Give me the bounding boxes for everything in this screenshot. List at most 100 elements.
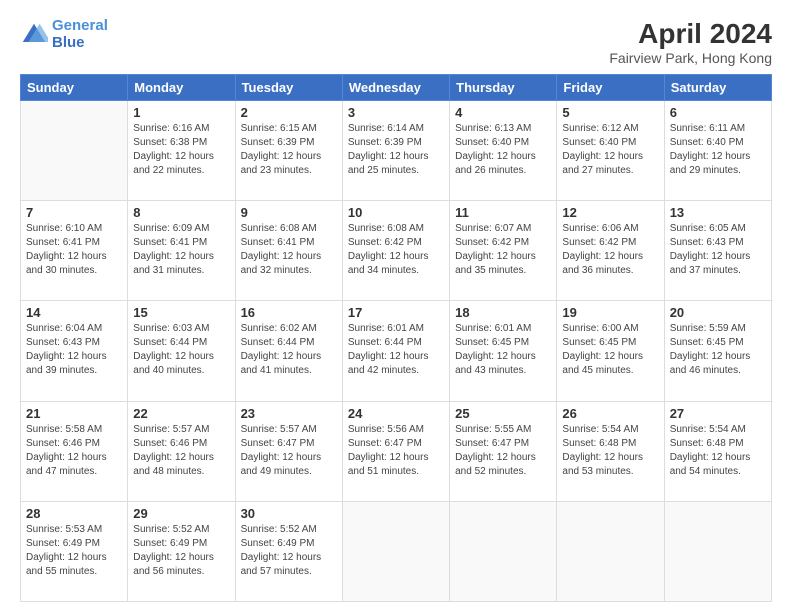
table-row: 17 Sunrise: 6:01 AM Sunset: 6:44 PM Dayli… xyxy=(342,301,449,401)
table-row xyxy=(342,501,449,601)
col-wednesday: Wednesday xyxy=(342,75,449,101)
logo-icon xyxy=(20,21,48,49)
day-number: 21 xyxy=(26,406,122,421)
table-row: 7Sunrise: 6:10 AM Sunset: 6:41 PM Daylig… xyxy=(21,201,128,301)
day-info: Sunrise: 6:16 AM Sunset: 6:38 PM Dayligh… xyxy=(133,122,229,178)
day-number: 4 xyxy=(455,105,551,120)
table-row: 4 Sunrise: 6:13 AM Sunset: 6:40 PM Daylig… xyxy=(450,101,557,201)
day-info: Sunrise: 6:09 AM Sunset: 6:41 PM Dayligh… xyxy=(133,222,229,278)
title-block: April 2024 Fairview Park, Hong Kong xyxy=(609,18,772,66)
day-number: 16 xyxy=(241,305,337,320)
day-info: Sunrise: 5:52 AM Sunset: 6:49 PM Dayligh… xyxy=(133,523,229,579)
logo: General Blue xyxy=(20,18,108,51)
logo-general: General xyxy=(52,17,108,34)
day-number: 12 xyxy=(562,205,658,220)
day-info: Sunrise: 6:03 AM Sunset: 6:44 PM Dayligh… xyxy=(133,322,229,378)
table-row: 26 Sunrise: 5:54 AM Sunset: 6:48 PM Dayli… xyxy=(557,401,664,501)
main-title: April 2024 xyxy=(609,18,772,50)
day-number: 24 xyxy=(348,406,444,421)
day-info: Sunrise: 6:00 AM Sunset: 6:45 PM Dayligh… xyxy=(562,322,658,378)
day-info: Sunrise: 6:05 AM Sunset: 6:43 PM Dayligh… xyxy=(670,222,766,278)
calendar-header-row: Sunday Monday Tuesday Wednesday Thursday… xyxy=(21,75,772,101)
day-info: Sunrise: 6:15 AM Sunset: 6:39 PM Dayligh… xyxy=(241,122,337,178)
day-info: Sunrise: 5:52 AM Sunset: 6:49 PM Dayligh… xyxy=(241,523,337,579)
day-info: Sunrise: 6:10 AM Sunset: 6:41 PM Dayligh… xyxy=(26,222,122,278)
day-info: Sunrise: 5:56 AM Sunset: 6:47 PM Dayligh… xyxy=(348,423,444,479)
col-saturday: Saturday xyxy=(664,75,771,101)
day-info: Sunrise: 5:55 AM Sunset: 6:47 PM Dayligh… xyxy=(455,423,551,479)
day-number: 20 xyxy=(670,305,766,320)
logo-text: General Blue xyxy=(52,18,108,51)
day-number: 29 xyxy=(133,506,229,521)
table-row: 11Sunrise: 6:07 AM Sunset: 6:42 PM Dayli… xyxy=(450,201,557,301)
table-row: 3 Sunrise: 6:14 AM Sunset: 6:39 PM Daylig… xyxy=(342,101,449,201)
table-row: 24 Sunrise: 5:56 AM Sunset: 6:47 PM Dayli… xyxy=(342,401,449,501)
header: General Blue April 2024 Fairview Park, H… xyxy=(20,18,772,66)
day-number: 1 xyxy=(133,105,229,120)
day-number: 10 xyxy=(348,205,444,220)
day-info: Sunrise: 6:04 AM Sunset: 6:43 PM Dayligh… xyxy=(26,322,122,378)
calendar-week-row: 7Sunrise: 6:10 AM Sunset: 6:41 PM Daylig… xyxy=(21,201,772,301)
table-row: 18 Sunrise: 6:01 AM Sunset: 6:45 PM Dayli… xyxy=(450,301,557,401)
table-row: 27Sunrise: 5:54 AM Sunset: 6:48 PM Dayli… xyxy=(664,401,771,501)
table-row: 22 Sunrise: 5:57 AM Sunset: 6:46 PM Dayli… xyxy=(128,401,235,501)
col-thursday: Thursday xyxy=(450,75,557,101)
calendar-week-row: 1 Sunrise: 6:16 AM Sunset: 6:38 PM Daylig… xyxy=(21,101,772,201)
day-number: 25 xyxy=(455,406,551,421)
day-info: Sunrise: 5:54 AM Sunset: 6:48 PM Dayligh… xyxy=(562,423,658,479)
day-info: Sunrise: 5:53 AM Sunset: 6:49 PM Dayligh… xyxy=(26,523,122,579)
table-row xyxy=(450,501,557,601)
day-info: Sunrise: 6:08 AM Sunset: 6:41 PM Dayligh… xyxy=(241,222,337,278)
day-number: 13 xyxy=(670,205,766,220)
day-info: Sunrise: 6:01 AM Sunset: 6:45 PM Dayligh… xyxy=(455,322,551,378)
day-info: Sunrise: 5:58 AM Sunset: 6:46 PM Dayligh… xyxy=(26,423,122,479)
day-info: Sunrise: 5:57 AM Sunset: 6:47 PM Dayligh… xyxy=(241,423,337,479)
table-row: 20 Sunrise: 5:59 AM Sunset: 6:45 PM Dayli… xyxy=(664,301,771,401)
day-number: 23 xyxy=(241,406,337,421)
table-row: 15Sunrise: 6:03 AM Sunset: 6:44 PM Dayli… xyxy=(128,301,235,401)
day-info: Sunrise: 6:08 AM Sunset: 6:42 PM Dayligh… xyxy=(348,222,444,278)
day-number: 18 xyxy=(455,305,551,320)
table-row: 28 Sunrise: 5:53 AM Sunset: 6:49 PM Dayli… xyxy=(21,501,128,601)
table-row: 1 Sunrise: 6:16 AM Sunset: 6:38 PM Daylig… xyxy=(128,101,235,201)
day-info: Sunrise: 6:13 AM Sunset: 6:40 PM Dayligh… xyxy=(455,122,551,178)
table-row: 30 Sunrise: 5:52 AM Sunset: 6:49 PM Dayli… xyxy=(235,501,342,601)
day-number: 26 xyxy=(562,406,658,421)
table-row: 6Sunrise: 6:11 AM Sunset: 6:40 PM Daylig… xyxy=(664,101,771,201)
day-info: Sunrise: 6:14 AM Sunset: 6:39 PM Dayligh… xyxy=(348,122,444,178)
day-number: 5 xyxy=(562,105,658,120)
col-friday: Friday xyxy=(557,75,664,101)
table-row: 23 Sunrise: 5:57 AM Sunset: 6:47 PM Dayli… xyxy=(235,401,342,501)
table-row: 9Sunrise: 6:08 AM Sunset: 6:41 PM Daylig… xyxy=(235,201,342,301)
day-info: Sunrise: 6:12 AM Sunset: 6:40 PM Dayligh… xyxy=(562,122,658,178)
calendar-week-row: 14 Sunrise: 6:04 AM Sunset: 6:43 PM Dayli… xyxy=(21,301,772,401)
day-info: Sunrise: 5:54 AM Sunset: 6:48 PM Dayligh… xyxy=(670,423,766,479)
table-row: 21 Sunrise: 5:58 AM Sunset: 6:46 PM Dayli… xyxy=(21,401,128,501)
table-row: 13 Sunrise: 6:05 AM Sunset: 6:43 PM Dayli… xyxy=(664,201,771,301)
table-row xyxy=(557,501,664,601)
day-info: Sunrise: 6:02 AM Sunset: 6:44 PM Dayligh… xyxy=(241,322,337,378)
day-info: Sunrise: 5:59 AM Sunset: 6:45 PM Dayligh… xyxy=(670,322,766,378)
day-number: 19 xyxy=(562,305,658,320)
day-number: 28 xyxy=(26,506,122,521)
day-number: 22 xyxy=(133,406,229,421)
page: General Blue April 2024 Fairview Park, H… xyxy=(0,0,792,612)
day-number: 14 xyxy=(26,305,122,320)
day-number: 2 xyxy=(241,105,337,120)
col-sunday: Sunday xyxy=(21,75,128,101)
day-number: 8 xyxy=(133,205,229,220)
calendar-week-row: 21 Sunrise: 5:58 AM Sunset: 6:46 PM Dayli… xyxy=(21,401,772,501)
day-number: 3 xyxy=(348,105,444,120)
day-info: Sunrise: 5:57 AM Sunset: 6:46 PM Dayligh… xyxy=(133,423,229,479)
day-number: 17 xyxy=(348,305,444,320)
day-info: Sunrise: 6:01 AM Sunset: 6:44 PM Dayligh… xyxy=(348,322,444,378)
day-info: Sunrise: 6:06 AM Sunset: 6:42 PM Dayligh… xyxy=(562,222,658,278)
table-row: 2 Sunrise: 6:15 AM Sunset: 6:39 PM Daylig… xyxy=(235,101,342,201)
day-info: Sunrise: 6:11 AM Sunset: 6:40 PM Dayligh… xyxy=(670,122,766,178)
day-number: 30 xyxy=(241,506,337,521)
table-row: 25 Sunrise: 5:55 AM Sunset: 6:47 PM Dayli… xyxy=(450,401,557,501)
logo-blue: Blue xyxy=(52,34,85,51)
table-row: 14 Sunrise: 6:04 AM Sunset: 6:43 PM Dayli… xyxy=(21,301,128,401)
table-row: 5 Sunrise: 6:12 AM Sunset: 6:40 PM Daylig… xyxy=(557,101,664,201)
calendar-table: Sunday Monday Tuesday Wednesday Thursday… xyxy=(20,74,772,602)
